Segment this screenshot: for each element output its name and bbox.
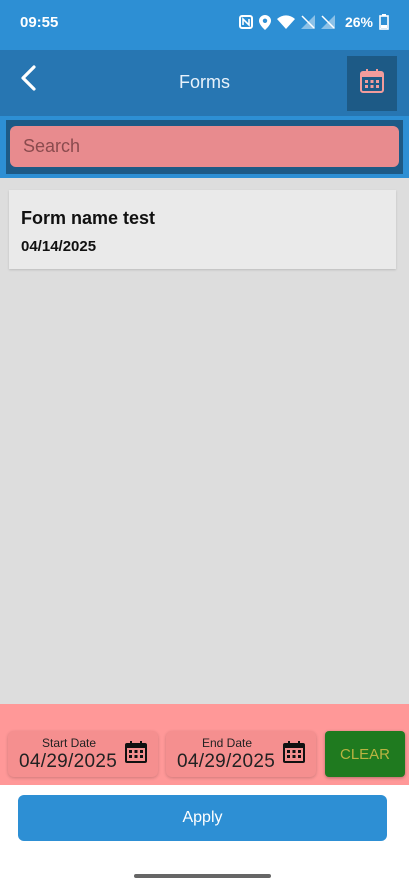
end-date-picker[interactable]: End Date 04/29/2025 <box>166 731 316 777</box>
search-input[interactable] <box>10 126 399 167</box>
status-icons: 26% <box>238 14 389 30</box>
form-name: Form name test <box>21 208 156 228</box>
clear-button[interactable]: CLEAR <box>325 731 405 777</box>
start-date-picker[interactable]: Start Date 04/29/2025 <box>8 731 158 777</box>
no-signal-icon <box>320 15 335 29</box>
location-icon <box>258 14 271 30</box>
form-date: 04/14/2025 <box>21 238 97 255</box>
app-header: Forms <box>0 50 409 116</box>
list-item[interactable]: Form name test 04/14/2025 <box>9 190 396 269</box>
apply-button[interactable]: Apply <box>18 795 387 841</box>
nfc-icon <box>238 15 253 29</box>
calendar-filter-button[interactable] <box>347 56 397 111</box>
home-indicator[interactable] <box>134 874 271 878</box>
battery-level: 26% <box>344 14 373 30</box>
date-filter-bar: Start Date 04/29/2025 End Date 04/29/202… <box>0 704 409 785</box>
status-time: 09:55 <box>20 13 59 31</box>
no-signal-icon <box>300 15 315 29</box>
end-date-value: 04/29/2025 <box>177 751 276 772</box>
search-frame <box>6 120 403 174</box>
forms-screen: 09:55 26% Forms Search Form name test 04… <box>0 0 409 885</box>
start-date-label: Start Date <box>42 736 97 750</box>
battery-icon <box>379 14 389 30</box>
status-bar: 09:55 26% <box>0 0 409 50</box>
calendar-icon <box>283 741 305 768</box>
calendar-icon <box>125 741 147 768</box>
start-date-value: 04/29/2025 <box>19 751 118 772</box>
wifi-icon <box>276 15 295 29</box>
search-bar <box>0 116 409 178</box>
apply-area: Apply <box>0 785 409 885</box>
forms-list: Form name test 04/14/2025 <box>0 178 409 704</box>
calendar-icon <box>360 69 384 98</box>
end-date-label: End Date <box>202 736 253 750</box>
